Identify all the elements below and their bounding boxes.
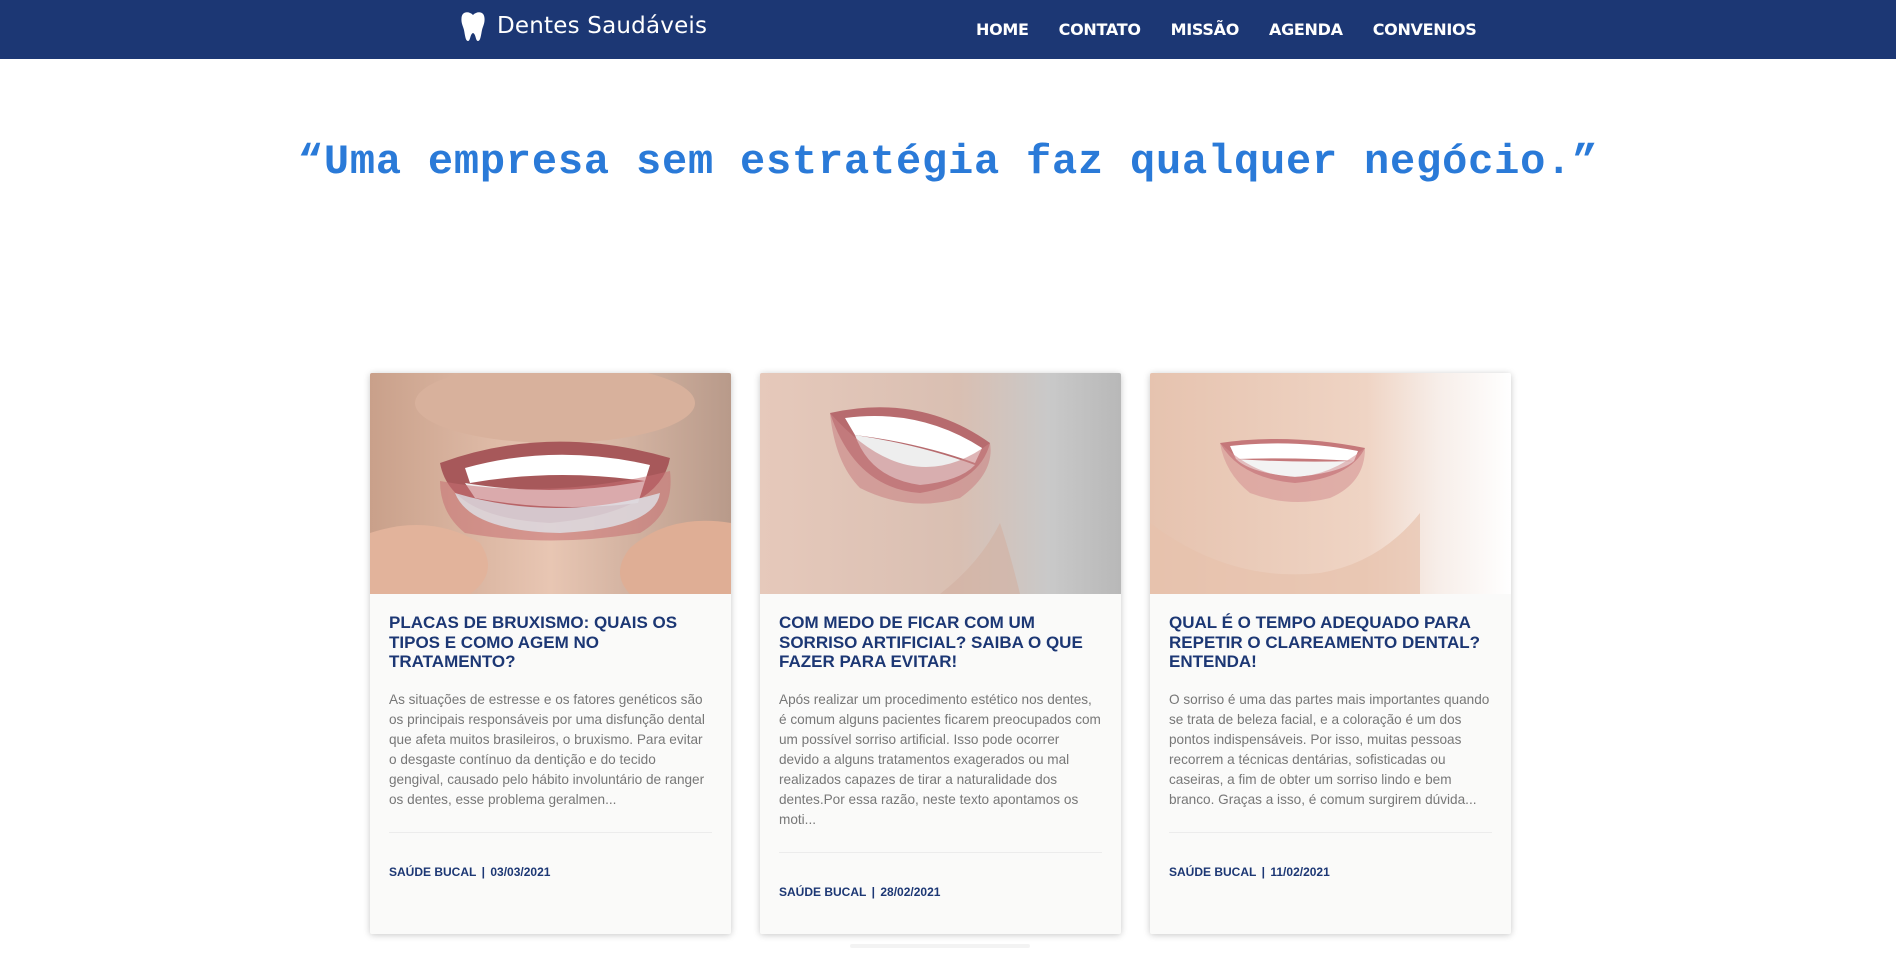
card-category[interactable]: SAÚDE BUCAL (389, 865, 476, 879)
brand-name: Dentes Saudáveis (497, 13, 708, 39)
top-navbar: Dentes Saudáveis HOME CONTATO MISSÃO AGE… (0, 0, 1896, 59)
card-date: 28/02/2021 (880, 884, 941, 899)
card-image-white-smile[interactable] (1150, 373, 1511, 594)
nav-missao[interactable]: MISSÃO (1171, 20, 1240, 39)
nav-home[interactable]: HOME (976, 20, 1029, 39)
card-divider (779, 851, 1102, 853)
meta-separator: | (478, 864, 489, 879)
card-date: 03/03/2021 (490, 864, 551, 879)
card-excerpt: As situações de estresse e os fatores ge… (389, 691, 705, 807)
card-title[interactable]: COM MEDO DE FICAR COM UM SORRISO ARTIFIC… (779, 613, 1102, 672)
card-title[interactable]: QUAL É O TEMPO ADEQUADO PARA REPETIR O C… (1169, 613, 1492, 672)
card-image-night-guard[interactable] (370, 373, 731, 594)
nav-agenda[interactable]: AGENDA (1269, 20, 1343, 39)
card-meta: SAÚDE BUCAL | 28/02/2021 (779, 885, 1102, 899)
blog-card[interactable]: COM MEDO DE FICAR COM UM SORRISO ARTIFIC… (760, 373, 1121, 934)
meta-separator: | (1258, 864, 1269, 879)
card-body: COM MEDO DE FICAR COM UM SORRISO ARTIFIC… (760, 594, 1121, 899)
blog-card[interactable]: QUAL É O TEMPO ADEQUADO PARA REPETIR O C… (1150, 373, 1511, 934)
card-divider (1169, 831, 1492, 833)
nav-contato[interactable]: CONTATO (1059, 20, 1141, 39)
blog-cards: PLACAS DE BRUXISMO: QUAIS OS TIPOS E COM… (370, 373, 1511, 934)
meta-separator: | (868, 884, 879, 899)
card-excerpt: Após realizar um procedimento estético n… (779, 691, 1101, 827)
pagination-hint (850, 944, 1030, 948)
card-meta: SAÚDE BUCAL | 11/02/2021 (1169, 865, 1492, 879)
card-body: QUAL É O TEMPO ADEQUADO PARA REPETIR O C… (1150, 594, 1511, 879)
nav-convenios[interactable]: CONVENIOS (1373, 20, 1477, 39)
main-nav: HOME CONTATO MISSÃO AGENDA CONVENIOS (976, 20, 1477, 39)
tooth-icon (459, 10, 487, 42)
card-body: PLACAS DE BRUXISMO: QUAIS OS TIPOS E COM… (370, 594, 731, 879)
card-image-smile[interactable] (760, 373, 1121, 594)
blog-card[interactable]: PLACAS DE BRUXISMO: QUAIS OS TIPOS E COM… (370, 373, 731, 934)
brand-logo-link[interactable]: Dentes Saudáveis (459, 10, 707, 42)
card-category[interactable]: SAÚDE BUCAL (779, 885, 866, 899)
card-divider (389, 831, 712, 833)
card-category[interactable]: SAÚDE BUCAL (1169, 865, 1256, 879)
card-title[interactable]: PLACAS DE BRUXISMO: QUAIS OS TIPOS E COM… (389, 613, 712, 672)
card-meta: SAÚDE BUCAL | 03/03/2021 (389, 865, 712, 879)
card-date: 11/02/2021 (1270, 864, 1330, 879)
card-excerpt: O sorriso é uma das partes mais importan… (1169, 691, 1490, 807)
hero-quote: “Uma empresa sem estratégia faz qualquer… (297, 138, 1599, 186)
